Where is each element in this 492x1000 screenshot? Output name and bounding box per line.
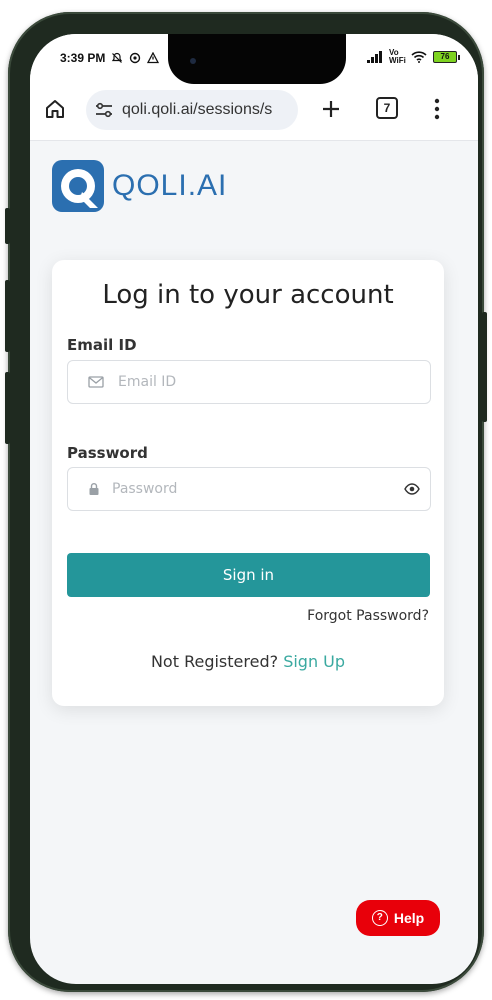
- password-label: Password: [67, 444, 148, 462]
- bell-off-icon: [112, 52, 123, 63]
- not-registered-text: Not Registered?: [150, 652, 279, 671]
- brand-name: QOLI.AI: [112, 169, 228, 202]
- password-input[interactable]: [110, 480, 394, 498]
- notch: [168, 34, 346, 84]
- battery-icon: 76: [433, 51, 460, 63]
- home-icon[interactable]: [44, 98, 66, 120]
- sign-in-button[interactable]: Sign in: [67, 553, 430, 597]
- more-vert-icon[interactable]: [434, 98, 440, 120]
- eye-icon[interactable]: [404, 483, 420, 495]
- camera-icon: [190, 58, 196, 64]
- phone-volume-down: [5, 372, 10, 444]
- status-left: 3:39 PM: [60, 51, 160, 65]
- login-card: Log in to your account Email ID Password…: [52, 260, 444, 706]
- url-text[interactable]: qoli.qoli.ai/sessions/s: [122, 101, 272, 119]
- forgot-password-link[interactable]: Forgot Password?: [307, 608, 429, 624]
- phone-side-button: [5, 208, 10, 244]
- wifi-icon: [411, 51, 427, 63]
- login-title: Log in to your account: [102, 280, 394, 310]
- battery-tip: [458, 54, 460, 60]
- brand-logo: QOLI.AI: [50, 158, 227, 214]
- help-icon: ?: [371, 910, 388, 926]
- tabs-count-button[interactable]: 7: [376, 97, 398, 119]
- email-input[interactable]: [116, 373, 400, 391]
- phone-power-button: [482, 312, 487, 422]
- qoli-logo-icon: [52, 160, 104, 212]
- browser-toolbar: qoli.qoli.ai/sessions/s 7: [30, 80, 478, 141]
- help-button[interactable]: ? Help: [356, 900, 440, 936]
- tune-icon[interactable]: [94, 102, 114, 118]
- screen: 3:39 PM Vo WiFi 76 qoli.qoli.ai/sessions…: [30, 34, 478, 984]
- status-time: 3:39 PM: [60, 51, 106, 65]
- sign-up-link[interactable]: Sign Up: [283, 652, 345, 671]
- signal-icon: [367, 51, 382, 63]
- help-label: Help: [393, 910, 425, 926]
- phone-frame: 3:39 PM Vo WiFi 76 qoli.qoli.ai/sessions…: [5, 12, 487, 992]
- address-bar[interactable]: qoli.qoli.ai/sessions/s: [86, 90, 298, 130]
- status-right: Vo WiFi 76: [367, 49, 460, 65]
- data-saver-icon: [130, 52, 141, 64]
- mail-icon: [88, 376, 104, 388]
- email-label: Email ID: [67, 336, 137, 354]
- plus-icon[interactable]: [320, 98, 342, 120]
- email-field[interactable]: [67, 360, 431, 404]
- warning-icon: [147, 52, 160, 64]
- network-label: Vo WiFi: [389, 48, 406, 65]
- battery-level: 76: [433, 51, 457, 63]
- lock-icon: [89, 483, 99, 495]
- register-row: Not Registered? Sign Up: [52, 652, 444, 671]
- phone-volume-up: [5, 280, 10, 352]
- password-field[interactable]: [67, 467, 431, 511]
